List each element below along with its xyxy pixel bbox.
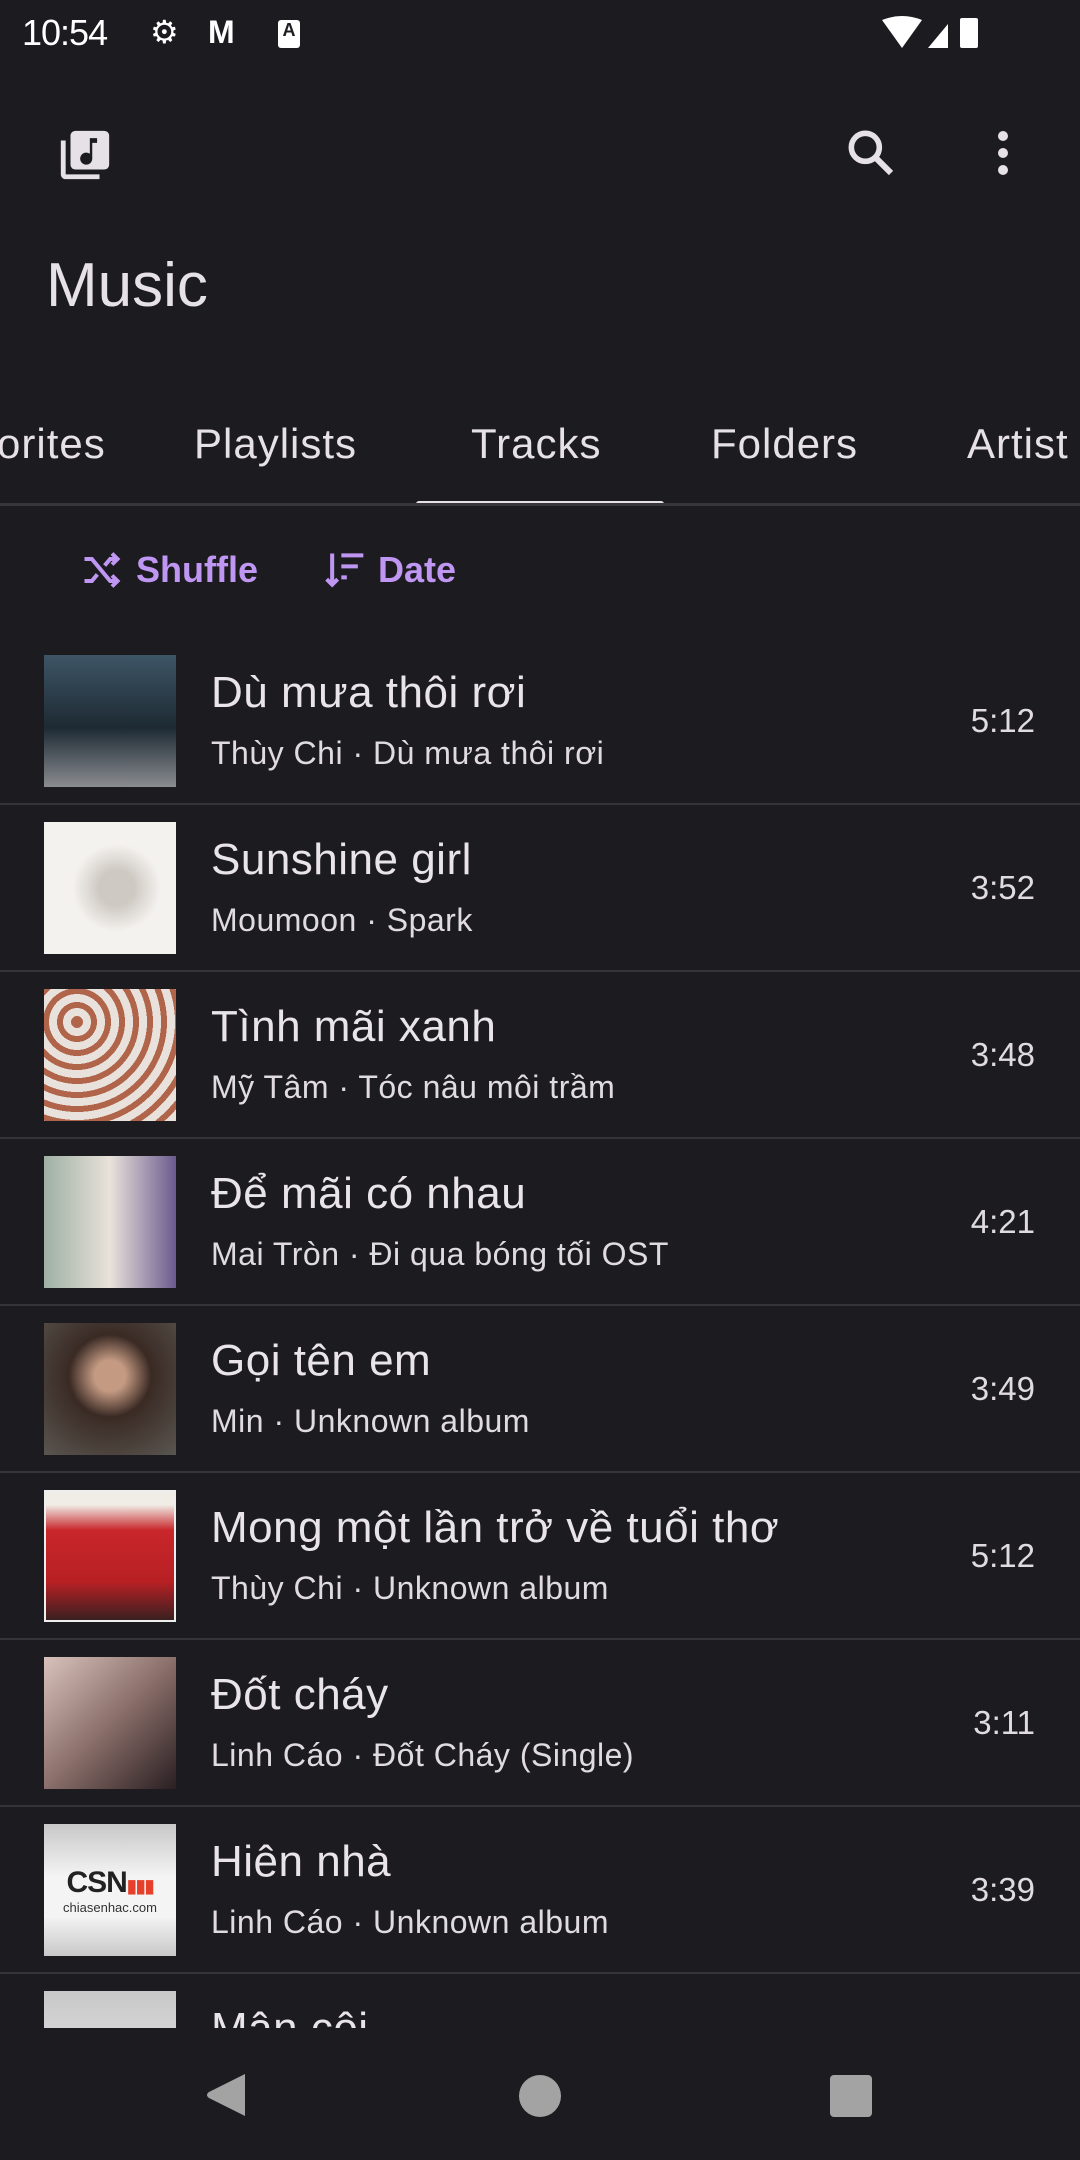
shuffle-label: Shuffle — [136, 549, 258, 590]
track-row[interactable]: Gọi tên em Min · Unknown album 3:49 — [0, 1306, 1080, 1473]
track-title: Sunshine girl — [211, 835, 472, 884]
track-subtitle: Mỹ Tâm · Tóc nâu môi trầm — [211, 1069, 616, 1105]
track-subtitle: Linh Cáo · Unknown album — [211, 1904, 609, 1940]
track-title: Gọi tên em — [211, 1336, 432, 1385]
tab-tracks[interactable]: Tracks — [471, 420, 601, 468]
navigation-bar — [0, 2028, 1080, 2160]
keyboard-a-icon: A — [278, 20, 300, 48]
music-library-icon[interactable] — [56, 126, 114, 184]
tab-artists[interactable]: Artist — [967, 420, 1069, 468]
gmail-icon: M — [208, 14, 235, 50]
track-title: Đốt cháy — [211, 1670, 389, 1719]
tab-favorites[interactable]: Favorites — [0, 420, 106, 468]
track-subtitle: Thùy Chi · Dù mưa thôi rơi — [211, 735, 605, 771]
album-art — [44, 822, 176, 954]
track-subtitle: Linh Cáo · Đốt Cháy (Single) — [211, 1737, 635, 1773]
track-duration: 3:52 — [970, 869, 1035, 906]
album-art — [44, 1991, 176, 2028]
track-title: Dù mưa thôi rơi — [211, 668, 527, 717]
track-title: Để mãi có nhau — [211, 1169, 527, 1218]
album-art — [44, 989, 176, 1121]
album-art — [44, 1657, 176, 1789]
csn-logo: CSN▮▮▮ — [66, 1866, 154, 1899]
sort-icon — [325, 553, 364, 588]
tab-folders[interactable]: Folders — [711, 420, 858, 468]
status-bar: 10:54 ⚙ M A — [0, 0, 1080, 66]
tab-bar: Favorites Playlists Tracks Folders Artis… — [0, 410, 1080, 506]
home-icon[interactable] — [518, 2074, 562, 2118]
track-row[interactable]: Dù mưa thôi rơi Thùy Chi · Dù mưa thôi rơ… — [0, 638, 1080, 805]
track-subtitle: Thùy Chi · Unknown album — [211, 1570, 609, 1606]
album-art — [44, 655, 176, 787]
track-subtitle: Moumoon · Spark — [211, 902, 473, 938]
track-duration: 3:49 — [970, 1370, 1035, 1407]
sort-label: Date — [378, 549, 457, 590]
track-duration: 3:48 — [970, 1036, 1035, 1073]
sort-button[interactable]: Date — [322, 548, 456, 592]
track-subtitle: Mai Tròn · Đi qua bóng tối OST — [211, 1236, 669, 1272]
track-row[interactable]: Mong một lần trở về tuổi thơ Thùy Chi · U… — [0, 1473, 1080, 1640]
tab-indicator — [416, 501, 664, 503]
track-row[interactable]: Đốt cháy Linh Cáo · Đốt Cháy (Single) 3:11 — [0, 1640, 1080, 1807]
signal-icon — [928, 24, 948, 48]
track-row[interactable]: Sunshine girl Moumoon · Spark 3:52 — [0, 805, 1080, 972]
back-icon[interactable] — [205, 2072, 247, 2118]
track-title: Mong một lần trở về tuổi thơ — [211, 1503, 780, 1552]
shuffle-button[interactable]: Shuffle — [76, 548, 258, 592]
track-duration: 3:11 — [973, 1704, 1035, 1741]
search-icon[interactable] — [842, 124, 898, 180]
track-list[interactable]: Dù mưa thôi rơi Thùy Chi · Dù mưa thôi rơ… — [0, 638, 1080, 2028]
track-duration: 5:12 — [970, 1537, 1035, 1574]
album-art — [44, 1156, 176, 1288]
battery-icon — [960, 18, 978, 48]
album-art — [44, 1490, 176, 1622]
album-art — [44, 1323, 176, 1455]
recents-icon[interactable] — [829, 2074, 873, 2118]
track-duration: 5:12 — [970, 702, 1035, 739]
track-subtitle: Min · Unknown album — [211, 1403, 530, 1439]
track-title: Hiên nhà — [211, 1837, 392, 1886]
track-title: Tình mãi xanh — [211, 1002, 497, 1051]
track-row[interactable]: Để mãi có nhau Mai Tròn · Đi qua bóng tối… — [0, 1139, 1080, 1306]
track-row[interactable]: CSN▮▮▮ chiasenhac.com Hiên nhà Linh Cáo · U… — [0, 1807, 1080, 1974]
track-duration: 4:21 — [970, 1203, 1035, 1240]
page-title: Music — [46, 251, 208, 320]
track-row[interactable]: Tình mãi xanh Mỹ Tâm · Tóc nâu môi trầm 3:… — [0, 972, 1080, 1139]
status-time: 10:54 — [22, 12, 108, 53]
tab-playlists[interactable]: Playlists — [194, 420, 357, 468]
gear-icon: ⚙ — [150, 14, 179, 50]
track-duration: 3:39 — [970, 1871, 1035, 1908]
wifi-icon — [882, 16, 978, 48]
track-title: Mân côi — [211, 2004, 369, 2028]
shuffle-icon — [84, 552, 121, 588]
track-row[interactable]: Mân côi — [0, 1974, 1080, 2028]
album-art: CSN▮▮▮ chiasenhac.com — [44, 1824, 176, 1956]
more-vert-icon[interactable] — [990, 128, 1016, 178]
